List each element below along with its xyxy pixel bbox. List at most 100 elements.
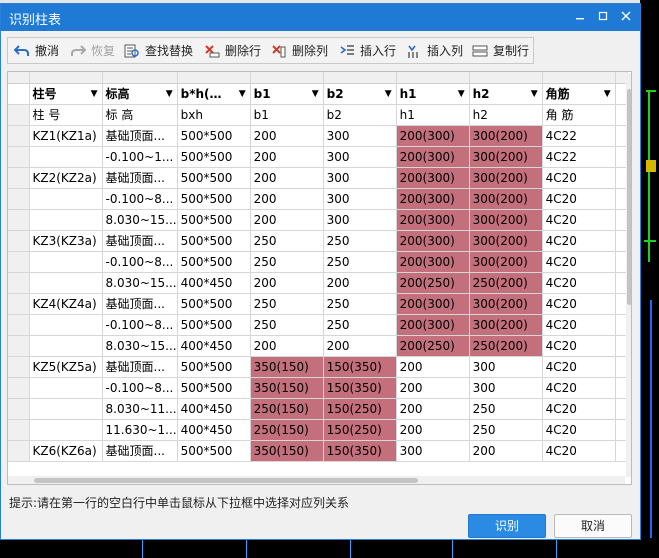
grid-cell[interactable]: 500*500 bbox=[177, 377, 251, 399]
grid-cell[interactable] bbox=[29, 335, 103, 357]
grid-cell[interactable]: -0.100~1... bbox=[102, 146, 178, 168]
dialog-titlebar[interactable]: 识别柱表 bbox=[1, 4, 640, 31]
grid-cell[interactable]: b2 bbox=[323, 104, 397, 126]
grid-cell[interactable]: 500*500 bbox=[177, 314, 251, 336]
grid-cell[interactable]: 200 bbox=[250, 209, 324, 231]
grid-cell[interactable]: 300 bbox=[323, 167, 397, 189]
grid-cell[interactable] bbox=[29, 209, 103, 231]
row-header[interactable] bbox=[8, 419, 30, 441]
maximize-button[interactable] bbox=[593, 7, 613, 27]
grid-cell[interactable]: 150(350) bbox=[323, 440, 397, 462]
grid-cell[interactable]: 基础顶面... bbox=[102, 293, 178, 315]
grid-cell[interactable]: 4C20 bbox=[542, 209, 616, 231]
row-header[interactable] bbox=[8, 377, 30, 399]
grid-cell[interactable]: 200 bbox=[250, 335, 324, 357]
column-mapping-dropdown[interactable]: b*h(… ▼ bbox=[177, 83, 251, 105]
grid-cell[interactable]: 500*500 bbox=[177, 209, 251, 231]
grid-cell[interactable]: 250(150) bbox=[250, 419, 324, 441]
grid-cell[interactable]: 8.030~15... bbox=[102, 209, 178, 231]
vertical-scrollbar[interactable] bbox=[626, 73, 631, 477]
horizontal-scroll-thumb[interactable] bbox=[34, 478, 418, 483]
grid-cell[interactable]: 4C20 bbox=[542, 419, 616, 441]
grid-cell[interactable]: 300 bbox=[323, 146, 397, 168]
row-header[interactable] bbox=[8, 398, 30, 420]
grid-cell[interactable] bbox=[29, 419, 103, 441]
copy-row-button[interactable]: 复制行 bbox=[472, 41, 534, 61]
grid-cell[interactable]: 4C20 bbox=[542, 356, 616, 378]
grid-cell[interactable]: 8.030~11... bbox=[102, 398, 178, 420]
grid-cell[interactable]: 300(200) bbox=[469, 146, 543, 168]
insert-column-button[interactable]: 插入列 bbox=[406, 41, 468, 61]
grid-cell[interactable]: 300(200) bbox=[469, 167, 543, 189]
grid-cell[interactable]: 300(200) bbox=[469, 251, 543, 273]
grid-cell[interactable]: 250(200) bbox=[469, 272, 543, 294]
grid-cell[interactable]: 基础顶面... bbox=[102, 356, 178, 378]
column-mapping-dropdown[interactable]: h2 ▼ bbox=[469, 83, 543, 105]
grid-cell[interactable]: 400*450 bbox=[177, 335, 251, 357]
grid-cell[interactable]: 300(200) bbox=[469, 230, 543, 252]
row-header[interactable] bbox=[8, 167, 30, 189]
grid-cell[interactable] bbox=[29, 272, 103, 294]
grid-cell[interactable]: 4C20 bbox=[542, 272, 616, 294]
grid-cell[interactable]: 250 bbox=[323, 230, 397, 252]
find-replace-button[interactable]: 查找替换 bbox=[124, 41, 198, 61]
grid-cell[interactable]: 8.030~15... bbox=[102, 335, 178, 357]
grid-cell[interactable]: 300 bbox=[323, 125, 397, 147]
delete-row-button[interactable]: 删除行 bbox=[204, 41, 266, 61]
grid-cell[interactable]: 基础顶面... bbox=[102, 440, 178, 462]
grid-cell[interactable]: KZ5(KZ5a) bbox=[29, 356, 103, 378]
grid-cell[interactable]: 基础顶面... bbox=[102, 167, 178, 189]
grid-cell[interactable]: 4C20 bbox=[542, 251, 616, 273]
grid-cell[interactable]: 200(250) bbox=[396, 272, 470, 294]
grid-cell[interactable]: 500*500 bbox=[177, 167, 251, 189]
grid-cell[interactable]: 标 高 bbox=[102, 104, 178, 126]
column-mapping-dropdown[interactable]: h1 ▼ bbox=[396, 83, 470, 105]
grid-cell[interactable]: 8.030~15... bbox=[102, 272, 178, 294]
grid-cell[interactable]: 250 bbox=[250, 314, 324, 336]
row-header[interactable] bbox=[8, 125, 30, 147]
grid-cell[interactable]: 200(300) bbox=[396, 251, 470, 273]
grid-cell[interactable]: 500*500 bbox=[177, 188, 251, 210]
grid-cell[interactable]: 4C20 bbox=[542, 440, 616, 462]
grid-cell[interactable]: 4C20 bbox=[542, 335, 616, 357]
row-header[interactable] bbox=[8, 293, 30, 315]
grid-cell[interactable] bbox=[29, 377, 103, 399]
grid-cell[interactable]: 250 bbox=[323, 251, 397, 273]
grid-cell[interactable]: 400*450 bbox=[177, 398, 251, 420]
undo-button[interactable]: 撤消 bbox=[14, 41, 64, 61]
horizontal-scrollbar[interactable] bbox=[8, 476, 625, 484]
grid-cell[interactable]: 500*500 bbox=[177, 356, 251, 378]
redo-button[interactable]: 恢复 bbox=[70, 41, 120, 61]
row-header[interactable] bbox=[8, 230, 30, 252]
row-header[interactable] bbox=[8, 335, 30, 357]
grid-cell[interactable]: 4C22 bbox=[542, 125, 616, 147]
column-mapping-dropdown[interactable]: b2 ▼ bbox=[323, 83, 397, 105]
grid-cell[interactable]: 300 bbox=[323, 188, 397, 210]
column-mapping-dropdown[interactable]: 柱号 ▼ bbox=[29, 83, 103, 105]
cancel-button[interactable]: 取消 bbox=[554, 514, 632, 538]
grid-cell[interactable]: KZ3(KZ3a) bbox=[29, 230, 103, 252]
grid-cell[interactable]: 200 bbox=[250, 272, 324, 294]
grid-cell[interactable]: 4C20 bbox=[542, 188, 616, 210]
row-header[interactable] bbox=[8, 251, 30, 273]
grid-cell[interactable]: 4C22 bbox=[542, 146, 616, 168]
grid-cell[interactable]: 11.630~1... bbox=[102, 419, 178, 441]
vertical-scroll-thumb[interactable] bbox=[627, 89, 631, 305]
grid-cell[interactable]: 500*500 bbox=[177, 251, 251, 273]
column-mapping-dropdown[interactable]: 角筋 ▼ bbox=[542, 83, 616, 105]
grid-cell[interactable]: KZ1(KZ1a) bbox=[29, 125, 103, 147]
grid-cell[interactable]: 250 bbox=[250, 293, 324, 315]
grid-cell[interactable]: 300(200) bbox=[469, 188, 543, 210]
row-header[interactable] bbox=[8, 314, 30, 336]
grid-cell[interactable]: 500*500 bbox=[177, 293, 251, 315]
grid-cell[interactable] bbox=[29, 188, 103, 210]
grid-cell[interactable]: 200 bbox=[250, 125, 324, 147]
grid-cell[interactable]: 250 bbox=[469, 398, 543, 420]
row-header[interactable] bbox=[8, 146, 30, 168]
grid-cell[interactable]: 200 bbox=[469, 440, 543, 462]
delete-column-button[interactable]: 删除列 bbox=[271, 41, 333, 61]
grid-cell[interactable]: 300 bbox=[469, 377, 543, 399]
grid-cell[interactable]: 柱 号 bbox=[29, 104, 103, 126]
grid-cell[interactable]: 200(300) bbox=[396, 146, 470, 168]
grid-cell[interactable]: 300(200) bbox=[469, 314, 543, 336]
